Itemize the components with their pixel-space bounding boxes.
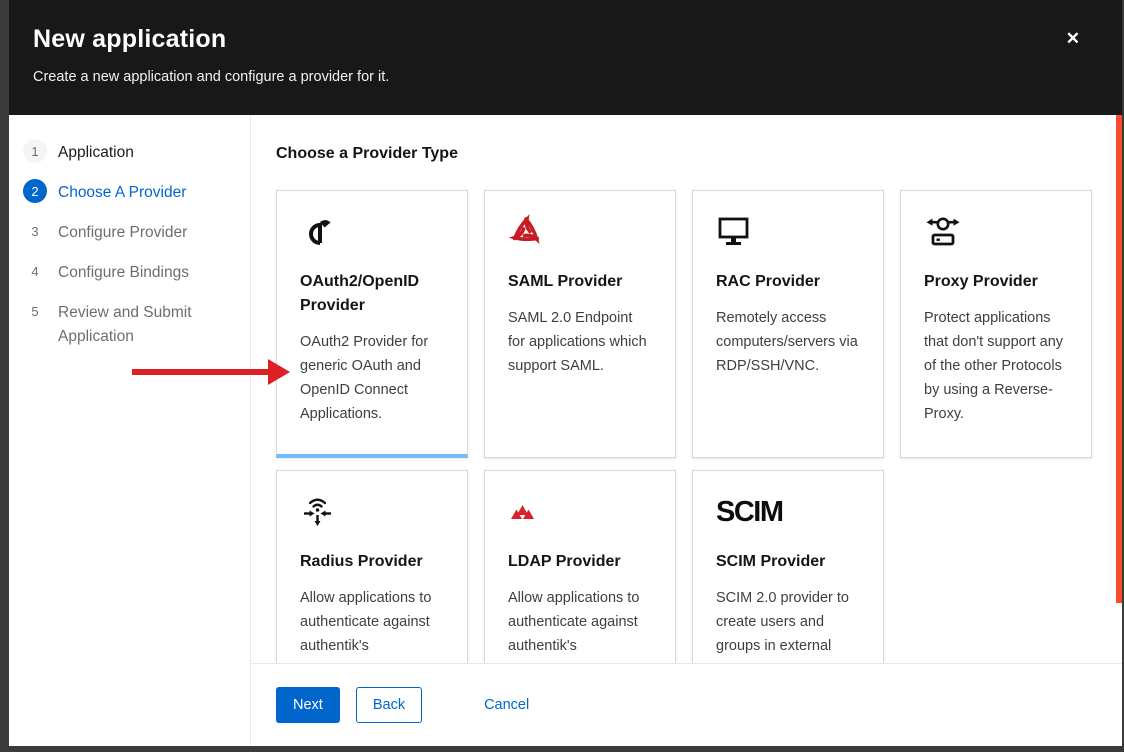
radius-icon (300, 493, 444, 531)
new-application-dialog: New application Create a new application… (9, 0, 1122, 746)
provider-card-proxy[interactable]: Proxy Provider Protect applications that… (900, 190, 1092, 458)
wizard-step-review-submit[interactable]: 5 Review and Submit Application (23, 301, 234, 349)
card-description: SAML 2.0 Endpoint for applications which… (508, 307, 652, 379)
step-number: 1 (23, 139, 47, 163)
card-description: Allow applications to authenticate again… (300, 587, 444, 659)
card-description: OAuth2 Provider for generic OAuth and Op… (300, 331, 444, 427)
card-title: Radius Provider (300, 550, 444, 574)
dialog-subtitle: Create a new application and configure a… (33, 69, 1098, 85)
step-label: Review and Submit Application (58, 301, 234, 349)
step-number: 4 (23, 259, 47, 283)
step-label: Choose A Provider (58, 181, 186, 205)
card-title: SAML Provider (508, 270, 652, 294)
card-title: RAC Provider (716, 270, 860, 294)
dialog-header: New application Create a new application… (9, 0, 1122, 115)
dialog-body: 1 Application 2 Choose A Provider 3 Conf… (9, 115, 1122, 746)
ldap-mountains-icon (508, 493, 652, 531)
scim-logo-text: SCIM (716, 496, 783, 529)
provider-cards-grid: OAuth2/OpenID Provider OAuth2 Provider f… (276, 190, 1098, 663)
wizard-footer: Next Back Cancel (251, 663, 1122, 746)
step-number: 3 (23, 219, 47, 243)
wizard-step-application[interactable]: 1 Application (23, 141, 234, 165)
wizard-step-configure-bindings[interactable]: 4 Configure Bindings (23, 261, 234, 285)
wizard-step-choose-provider[interactable]: 2 Choose A Provider (23, 181, 234, 205)
dialog-title: New application (33, 24, 1098, 54)
card-description: SCIM 2.0 provider to create users and gr… (716, 587, 860, 659)
close-icon[interactable]: ✕ (1062, 26, 1084, 51)
provider-type-panel: Choose a Provider Type OAuth2/OpenID Pro… (251, 115, 1122, 663)
card-title: OAuth2/OpenID Provider (300, 270, 444, 318)
card-title: LDAP Provider (508, 550, 652, 574)
step-number: 5 (23, 299, 47, 323)
provider-card-saml[interactable]: SAML Provider SAML 2.0 Endpoint for appl… (484, 190, 676, 458)
openid-icon (300, 213, 444, 251)
wizard-steps-nav: 1 Application 2 Choose A Provider 3 Conf… (9, 115, 251, 746)
card-description: Remotely access computers/servers via RD… (716, 307, 860, 379)
card-description: Protect applications that don't support … (924, 307, 1068, 427)
step-label: Application (58, 141, 134, 165)
saml-icon (508, 213, 652, 251)
cancel-link[interactable]: Cancel (484, 697, 529, 713)
step-label: Configure Provider (58, 221, 187, 245)
provider-card-ldap[interactable]: LDAP Provider Allow applications to auth… (484, 470, 676, 663)
panel-heading: Choose a Provider Type (276, 145, 1098, 163)
proxy-icon (924, 213, 1068, 251)
provider-card-rac[interactable]: RAC Provider Remotely access computers/s… (692, 190, 884, 458)
provider-card-radius[interactable]: Radius Provider Allow applications to au… (276, 470, 468, 663)
rac-monitor-icon (716, 213, 860, 251)
provider-card-scim[interactable]: SCIM SCIM Provider SCIM 2.0 provider to … (692, 470, 884, 663)
back-button[interactable]: Back (356, 687, 422, 723)
card-description: Allow applications to authenticate again… (508, 587, 652, 659)
card-title: SCIM Provider (716, 550, 860, 574)
step-number: 2 (23, 179, 47, 203)
scim-logo-icon: SCIM (716, 493, 860, 531)
wizard-main-column: Choose a Provider Type OAuth2/OpenID Pro… (251, 115, 1122, 746)
next-button[interactable]: Next (276, 687, 340, 723)
step-label: Configure Bindings (58, 261, 189, 285)
wizard-step-configure-provider[interactable]: 3 Configure Provider (23, 221, 234, 245)
provider-card-oauth2-openid[interactable]: OAuth2/OpenID Provider OAuth2 Provider f… (276, 190, 468, 458)
red-scrollbar-strip[interactable] (1116, 115, 1122, 603)
card-title: Proxy Provider (924, 270, 1068, 294)
